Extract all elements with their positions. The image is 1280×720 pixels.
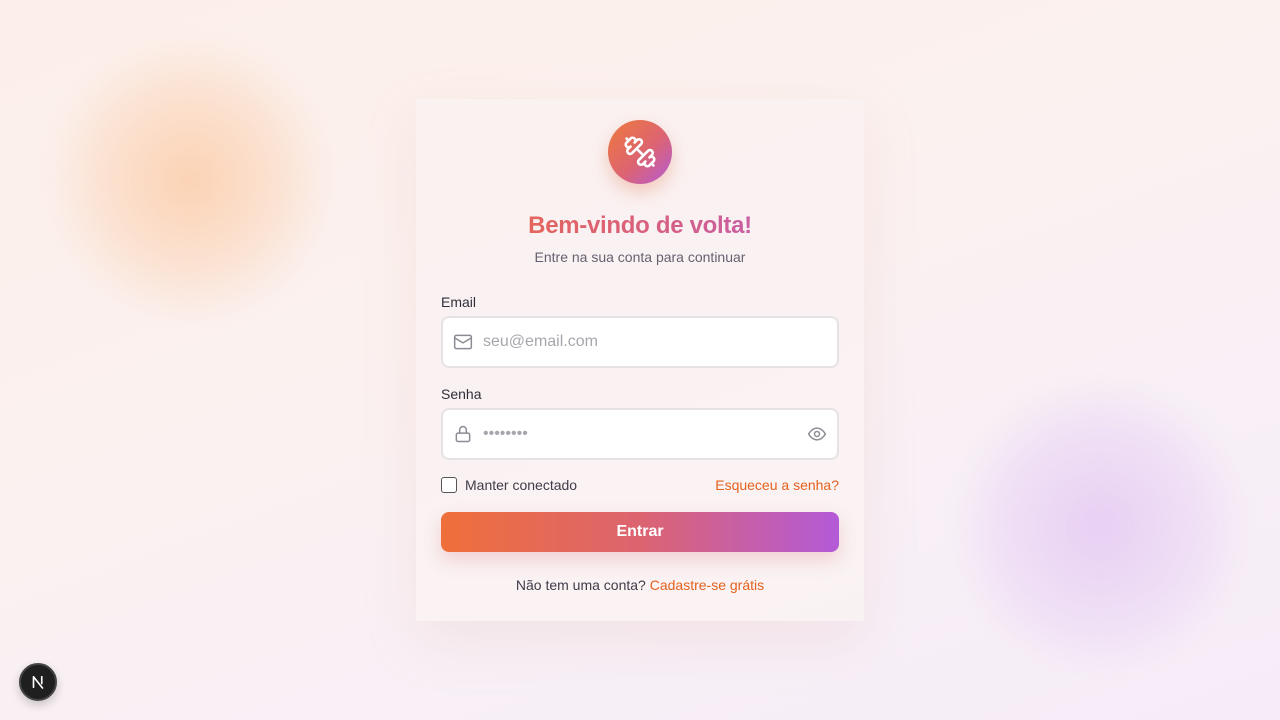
page-subtitle: Entre na sua conta para continuar: [534, 249, 746, 265]
dumbbell-icon: [608, 120, 672, 184]
background-blob-purple: [950, 380, 1250, 670]
email-input[interactable]: [483, 318, 793, 366]
mail-icon: [453, 332, 473, 352]
forgot-password-link[interactable]: Esqueceu a senha?: [715, 477, 839, 493]
lock-icon: [453, 424, 473, 444]
eye-icon[interactable]: [807, 424, 827, 444]
nextjs-icon[interactable]: [19, 663, 57, 701]
background-blob-orange: [50, 40, 330, 320]
email-label: Email: [441, 294, 477, 310]
page-title: Bem-vindo de volta!: [416, 212, 864, 240]
remember-me[interactable]: Manter conectado: [441, 477, 577, 493]
password-input[interactable]: [483, 410, 793, 458]
signup-line: Não tem uma conta? Cadastre-se grátis: [416, 577, 864, 593]
signup-prompt: Não tem uma conta?: [515, 577, 646, 593]
password-label: Senha: [441, 386, 482, 402]
remember-label: Manter conectado: [465, 477, 578, 493]
remember-checkbox[interactable]: [441, 477, 457, 493]
login-card: Bem-vindo de volta! Entre na sua conta p…: [416, 99, 864, 621]
email-field: [441, 316, 839, 368]
submit-button[interactable]: Entrar: [441, 512, 839, 552]
password-field: [441, 408, 839, 460]
signup-link[interactable]: Cadastre-se grátis: [650, 577, 764, 593]
